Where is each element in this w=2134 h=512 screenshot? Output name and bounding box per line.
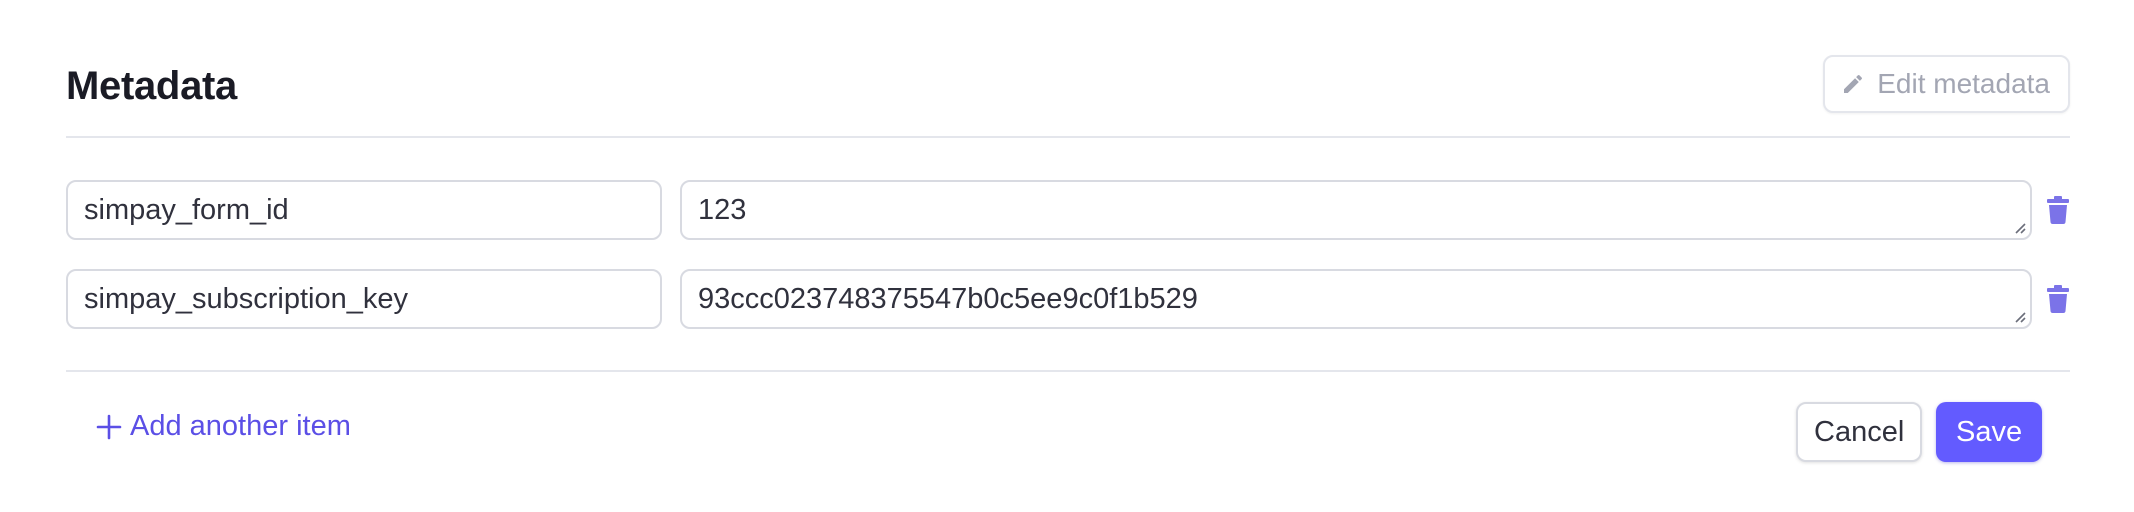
metadata-key-input[interactable] (66, 269, 662, 329)
trash-icon[interactable] (2046, 285, 2070, 313)
pencil-icon (1841, 72, 1865, 96)
page-title: Metadata (66, 64, 237, 108)
add-another-item-link[interactable]: Add another item (96, 410, 351, 443)
metadata-footer: Add another item Cancel Save (66, 370, 2070, 462)
metadata-rows: 123 93ccc023748375547b0c5ee9c0f1b529 (66, 180, 2070, 358)
trash-icon[interactable] (2046, 196, 2070, 224)
metadata-panel: Metadata Edit metadata 123 (0, 0, 2134, 512)
edit-metadata-button[interactable]: Edit metadata (1823, 55, 2070, 113)
metadata-key-input[interactable] (66, 180, 662, 240)
metadata-row: 123 (66, 180, 2070, 240)
save-button[interactable]: Save (1936, 402, 2043, 462)
metadata-value-textarea[interactable]: 123 (680, 180, 2032, 240)
metadata-value-textarea[interactable]: 93ccc023748375547b0c5ee9c0f1b529 (680, 269, 2032, 329)
metadata-row: 93ccc023748375547b0c5ee9c0f1b529 (66, 269, 2070, 329)
plus-icon (96, 414, 122, 439)
edit-metadata-label: Edit metadata (1877, 68, 2050, 99)
cancel-button[interactable]: Cancel (1796, 402, 1923, 462)
metadata-header: Metadata Edit metadata (66, 0, 2070, 138)
add-another-item-label: Add another item (130, 410, 351, 442)
resize-grip-icon[interactable] (2012, 220, 2026, 234)
metadata-value-text: 93ccc023748375547b0c5ee9c0f1b529 (698, 283, 1198, 315)
resize-grip-icon[interactable] (2012, 309, 2026, 323)
metadata-value-text: 123 (698, 194, 747, 226)
